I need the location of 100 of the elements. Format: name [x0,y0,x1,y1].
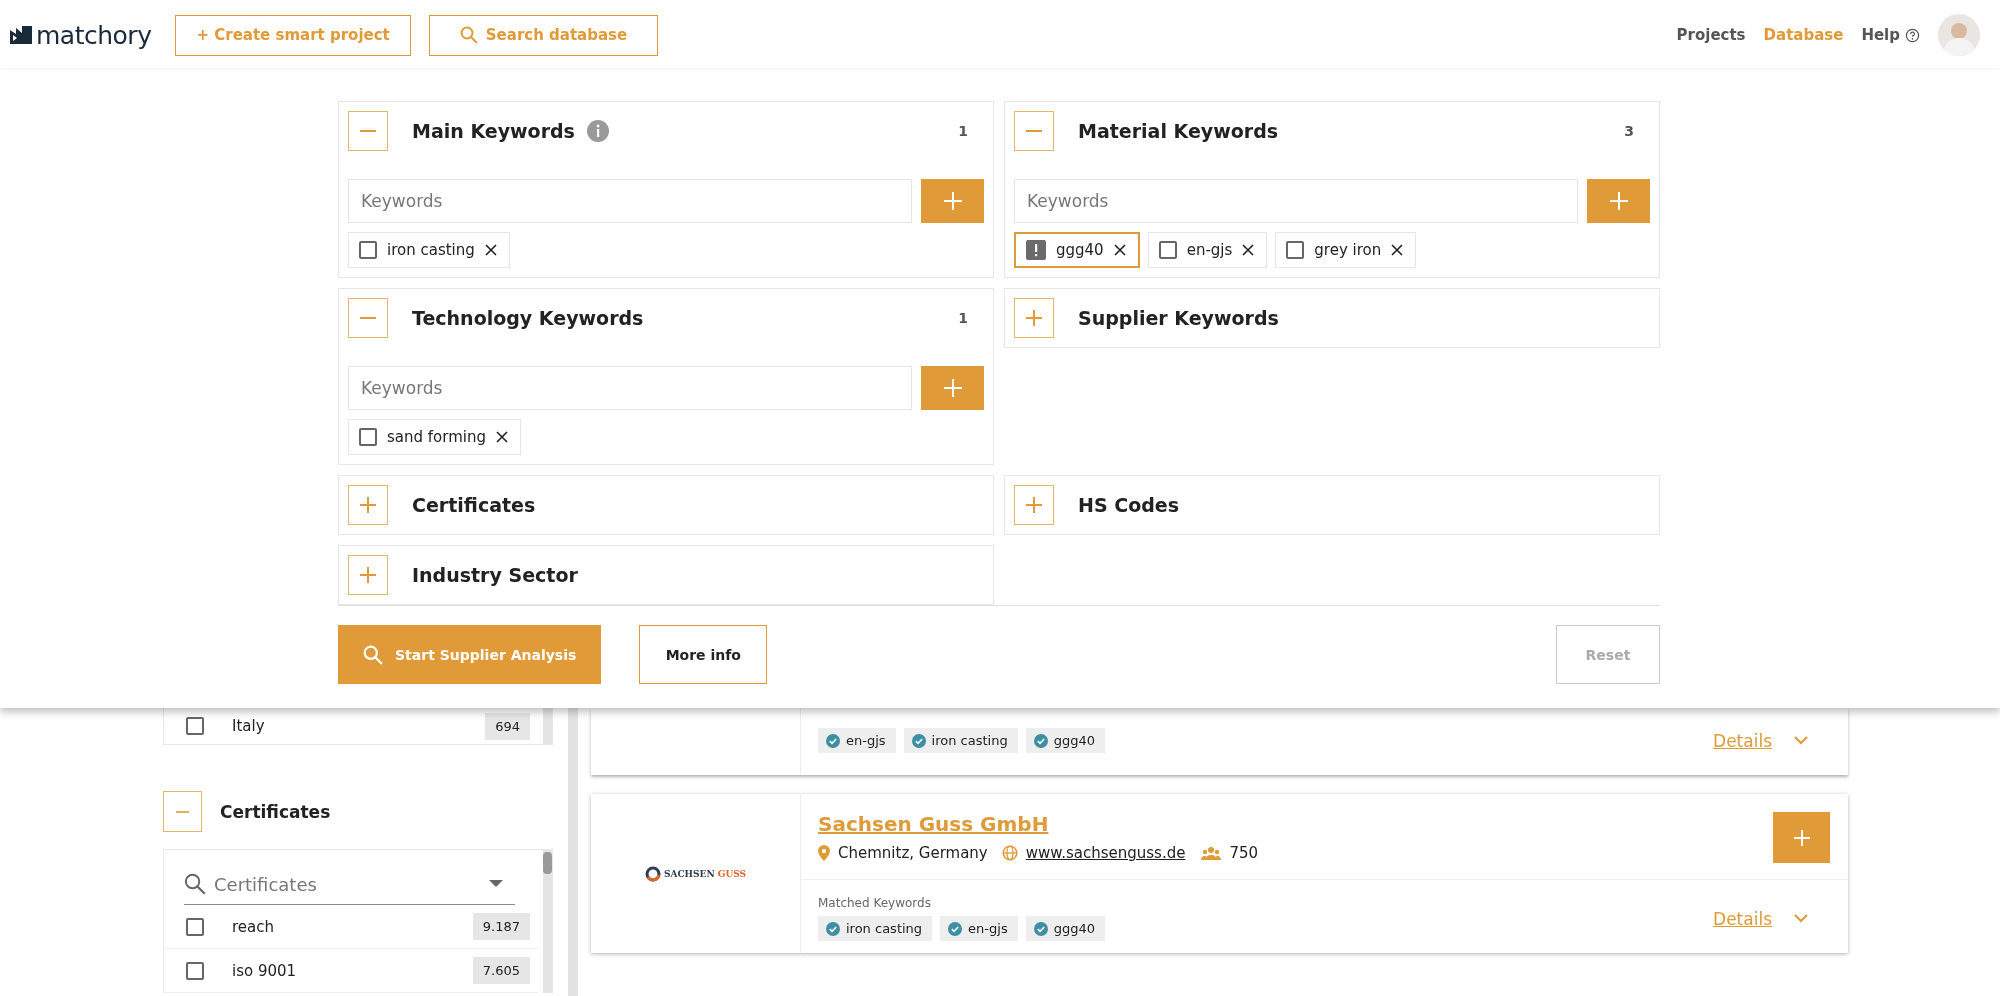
expand-button[interactable] [1014,485,1054,525]
search-icon [184,873,206,895]
close-icon[interactable] [1113,244,1126,256]
location-text: Chemnitz, Germany [838,844,988,862]
check-icon [826,921,840,936]
checkbox[interactable] [359,241,377,259]
checkbox[interactable] [359,428,377,446]
minus-icon [1026,130,1042,132]
certificate-label: iso 9001 [232,961,298,980]
search-icon [363,644,383,665]
chevron-down-icon[interactable] [1794,914,1808,923]
keyword-count: 3 [1624,123,1634,139]
matched-keyword-tag: iron casting [818,916,933,941]
check-icon [948,921,963,936]
check-icon [1033,921,1048,936]
matched-keyword-tag: en-gjs [818,728,896,753]
expand-button[interactable] [348,485,388,525]
plus-icon [942,378,963,398]
add-button[interactable] [921,179,984,223]
help-icon [1905,27,1920,43]
section-title: Industry Sector [412,564,578,586]
matched-keywords-label: Matched Keywords [818,896,932,910]
keyword-label: iron casting [387,241,475,259]
close-icon[interactable] [496,431,508,443]
scrollbar[interactable] [543,850,552,993]
count-badge: 7.605 [472,957,530,984]
keyword-input[interactable]: Keywords [348,366,912,410]
scrollbar[interactable] [568,708,578,996]
section-title: Supplier Keywords [1078,307,1279,329]
add-button[interactable] [921,366,984,410]
checkbox[interactable] [1158,241,1177,259]
nav-link[interactable]: Projects [1676,26,1746,44]
collapse-button[interactable] [1014,111,1054,151]
section-title: Material Keywords [1078,120,1279,142]
keyword-label: ggg40 [1056,241,1104,259]
matched-keyword-tag: en-gjs [940,916,1018,941]
keyword-chip[interactable]: ggg40 [1014,232,1140,268]
section-title: Technology Keywords [412,307,644,329]
minus-icon [176,810,189,813]
logo-text: matchory [36,20,152,50]
collapse-button[interactable] [348,298,388,338]
keyword-label: grey iron [1314,241,1382,259]
certificate-label: reach [232,917,275,936]
plus-icon [1026,497,1042,513]
more-info-button[interactable]: More info [639,625,768,684]
checkbox[interactable] [186,717,204,735]
logo-icon [10,26,32,44]
matched-keyword-tag: iron casting [903,728,1018,753]
section-title: Certificates [220,801,331,822]
plus-icon [1608,191,1629,211]
expand-button[interactable] [1014,298,1054,338]
avatar[interactable] [1938,14,1980,56]
website-link[interactable]: www.sachsenguss.de [1025,844,1186,862]
minus-icon [360,130,376,132]
section-title: Main Keywords [412,120,575,142]
keyword-chip[interactable]: grey iron [1275,232,1417,268]
minus-icon [360,317,376,319]
keyword-chip[interactable]: sand forming [348,419,521,455]
keyword-label: sand forming [387,428,486,446]
company-logo: SACHSEN GUSS [644,865,747,882]
keyword-input[interactable]: Keywords [1014,179,1578,223]
scrollbar[interactable] [543,708,552,744]
warning-icon [1026,240,1046,260]
collapse-button[interactable] [348,111,388,151]
checkbox[interactable] [186,961,204,980]
close-icon[interactable] [1391,244,1404,256]
expand-button[interactable] [348,555,388,595]
plus-icon [942,191,963,211]
search-icon [459,26,478,44]
check-icon [1033,733,1048,748]
country-label: Italy [232,717,266,735]
matched-keyword-tag: ggg40 [1025,728,1105,753]
add-button[interactable] [1587,179,1650,223]
add-button[interactable] [1773,812,1830,863]
globe-icon [1001,845,1018,861]
checkbox[interactable] [1286,241,1305,259]
section-title: HS Codes [1078,494,1179,516]
plus-icon [1791,827,1812,848]
plus-icon [1026,310,1042,326]
plus-icon [360,497,376,513]
keyword-label: en-gjs [1186,241,1233,259]
checkbox[interactable] [186,917,204,936]
info-icon[interactable] [586,120,609,142]
caret-down-icon [489,880,503,888]
keyword-input[interactable]: Keywords [348,179,912,223]
check-icon [826,733,840,748]
section-title: Certificates [412,494,536,516]
keyword-chip[interactable]: iron casting [348,232,510,268]
collapse-button[interactable] [163,791,202,832]
keyword-count: 1 [958,123,968,139]
close-icon[interactable] [484,244,497,256]
keyword-chip[interactable]: en-gjs [1147,232,1268,268]
keyword-count: 1 [958,310,968,326]
close-icon[interactable] [1242,244,1255,256]
chevron-down-icon[interactable] [1794,736,1808,745]
employee-count: 750 [1229,844,1259,862]
nav-link[interactable]: Help [1861,26,1920,44]
people-icon [1201,846,1222,860]
location-pin-icon [818,845,830,861]
plus-icon [360,567,376,583]
